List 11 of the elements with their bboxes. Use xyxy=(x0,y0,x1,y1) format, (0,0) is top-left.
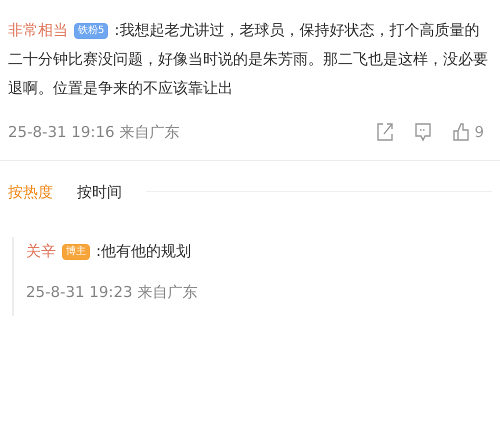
sort-tab[interactable]: 按时间 xyxy=(77,180,122,203)
comment-meta: 25-8-31 19:16 来自广东 xyxy=(8,122,180,143)
reply-text: 关辛 博主 :他有他的规划 xyxy=(26,241,192,262)
reply-meta: 25-8-31 19:23 来自广东 xyxy=(26,282,198,303)
comment-text: 非常相当 铁粉5 :我想起老尤讲过，老球员，保持好状态，打个高质量的二十分钟比赛没问题，好像当时说的是朱芳雨。那二飞也是这样，没必要退啊。位置是争来的不应该靠让出 xyxy=(8,20,489,99)
share-icon[interactable] xyxy=(376,122,394,142)
comment-icon[interactable] xyxy=(414,122,432,142)
badge: 铁粉5 xyxy=(74,22,108,39)
badge: 博主 xyxy=(62,244,90,260)
like-count: 9 xyxy=(474,122,484,143)
thumbs-up-icon[interactable] xyxy=(452,122,470,142)
